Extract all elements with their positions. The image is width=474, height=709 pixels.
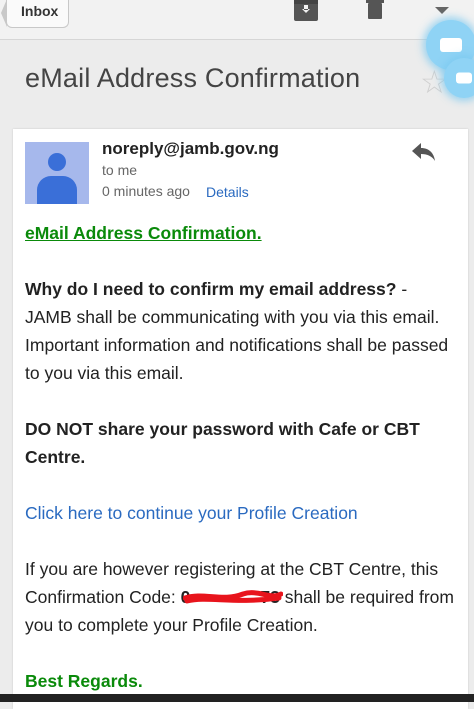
email-card: noreply@jamb.gov.ng to me 0 minutes ago … [13, 129, 468, 709]
archive-icon[interactable] [293, 0, 319, 24]
sender-address[interactable]: noreply@jamb.gov.ng [102, 139, 279, 159]
best-regards: Best Regards. [25, 671, 143, 691]
bottom-nav-bar [0, 694, 474, 702]
timestamp: 0 minutes ago [102, 183, 190, 199]
why-question: Why do I need to confirm my email addres… [25, 279, 397, 299]
confirmation-code: 0 73 [181, 583, 283, 611]
trash-icon[interactable] [364, 0, 390, 24]
cbt-paragraph: If you are however registering at the CB… [25, 555, 457, 639]
redaction-scribble [182, 590, 283, 604]
email-body: eMail Address Confirmation. Why do I nee… [25, 219, 457, 695]
sender-avatar[interactable] [25, 142, 89, 204]
why-paragraph: Why do I need to confirm my email addres… [25, 275, 457, 387]
reply-icon[interactable] [411, 141, 437, 163]
back-to-inbox-button[interactable]: Inbox [0, 0, 70, 28]
top-toolbar: Inbox [0, 0, 474, 40]
avatar-head [48, 153, 66, 171]
heading-link[interactable]: eMail Address Confirmation. [25, 223, 262, 243]
warning-text: DO NOT share your password with Cafe or … [25, 419, 420, 467]
details-link[interactable]: Details [206, 184, 249, 200]
continue-profile-link[interactable]: Click here to continue your Profile Crea… [25, 503, 358, 523]
camera-icon [456, 72, 472, 84]
camera-icon [440, 38, 462, 52]
email-subject: eMail Address Confirmation [25, 63, 361, 93]
avatar-body [37, 176, 77, 204]
recipient-label: to me [102, 162, 138, 178]
